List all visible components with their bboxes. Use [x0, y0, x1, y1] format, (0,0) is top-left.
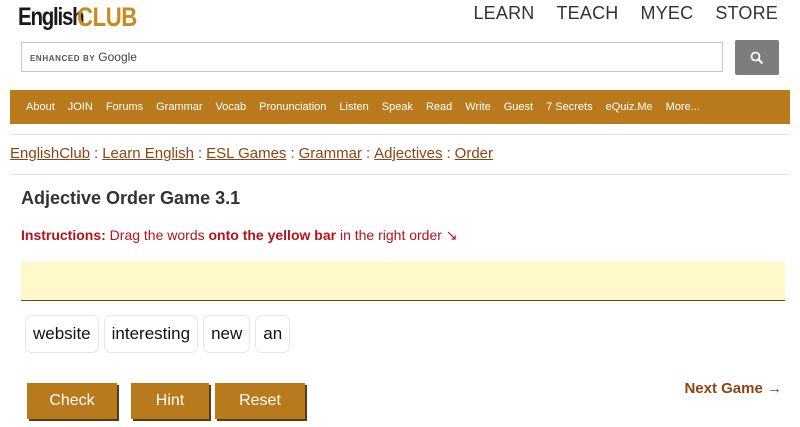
breadcrumb-separator: :	[365, 145, 371, 162]
breadcrumb: EnglishClub: Learn English: ESL Games: Gram…	[10, 145, 493, 162]
logo-club: CLUB	[76, 2, 137, 32]
instructions-emphasis: onto the yellow bar	[208, 227, 337, 243]
top-nav-learn[interactable]: LEARN	[473, 3, 534, 24]
search-box: ENHANCED BY Google	[21, 42, 723, 72]
next-game-link[interactable]: Next Game →	[684, 380, 782, 397]
top-nav-myec[interactable]: MYEC	[641, 3, 694, 24]
word-tile-interesting[interactable]: interesting	[103, 315, 199, 353]
breadcrumb-learn-english[interactable]: Learn English	[102, 145, 194, 162]
reset-button[interactable]: Reset	[215, 383, 305, 419]
main-nav: About JOIN Forums Grammar Vocab Pronunci…	[10, 90, 790, 124]
page-title: Adjective Order Game 3.1	[21, 188, 241, 208]
word-bank: website interesting new an	[25, 315, 291, 353]
word-tile-website[interactable]: website	[25, 315, 99, 353]
instructions-text: Drag the words	[105, 227, 209, 243]
main-nav-more[interactable]: More...	[666, 101, 700, 113]
main-nav-listen[interactable]: Listen	[339, 101, 368, 113]
main-nav-join[interactable]: JOIN	[68, 101, 93, 113]
main-nav-vocab[interactable]: Vocab	[216, 101, 247, 113]
main-nav-grammar[interactable]: Grammar	[156, 101, 202, 113]
main-nav-equiz[interactable]: eQuiz.Me	[606, 101, 653, 113]
divider	[10, 174, 790, 175]
main-nav-pronunciation[interactable]: Pronunciation	[259, 101, 326, 113]
main-nav-7-secrets[interactable]: 7 Secrets	[546, 101, 592, 113]
hint-button[interactable]: Hint	[131, 383, 209, 419]
top-nav-teach[interactable]: TEACH	[556, 3, 618, 24]
search-brand: ENHANCED BY Google	[30, 50, 137, 64]
englishclub-logo[interactable]: English CLUB	[18, 0, 150, 40]
main-nav-write[interactable]: Write	[465, 101, 490, 113]
search-input[interactable]	[142, 43, 722, 71]
search-brand-text: ENHANCED BY	[30, 54, 96, 63]
instructions: Instructions: Drag the words onto the ye…	[21, 227, 458, 244]
breadcrumb-order[interactable]: Order	[455, 145, 493, 162]
top-nav-store[interactable]: STORE	[715, 3, 778, 24]
instructions-label: Instructions:	[21, 227, 106, 243]
logo-english: English	[18, 3, 85, 31]
search-icon	[750, 51, 764, 64]
breadcrumb-separator: :	[446, 145, 451, 162]
word-tile-an[interactable]: an	[255, 315, 291, 353]
main-nav-guest[interactable]: Guest	[504, 101, 533, 113]
breadcrumb-grammar[interactable]: Grammar	[299, 145, 362, 162]
search-button[interactable]	[735, 40, 779, 75]
breadcrumb-separator: :	[197, 145, 203, 162]
breadcrumb-adjectives[interactable]: Adjectives	[374, 145, 442, 162]
breadcrumb-esl-games[interactable]: ESL Games	[206, 145, 286, 162]
breadcrumb-separator: :	[94, 145, 99, 162]
search-brand-google: Google	[98, 50, 137, 64]
instructions-text-end: in the right order ↘	[336, 227, 458, 243]
main-nav-about[interactable]: About	[26, 101, 55, 113]
check-button[interactable]: Check	[27, 383, 117, 419]
main-nav-read[interactable]: Read	[426, 101, 452, 113]
breadcrumb-englishclub[interactable]: EnglishClub	[10, 145, 90, 162]
main-nav-speak[interactable]: Speak	[382, 101, 413, 113]
breadcrumb-separator: :	[290, 145, 295, 162]
answer-drop-bar[interactable]	[21, 262, 785, 301]
top-nav: LEARN TEACH MYEC STORE	[473, 3, 778, 24]
divider	[10, 134, 790, 135]
word-tile-new[interactable]: new	[203, 315, 251, 353]
main-nav-forums[interactable]: Forums	[106, 101, 143, 113]
